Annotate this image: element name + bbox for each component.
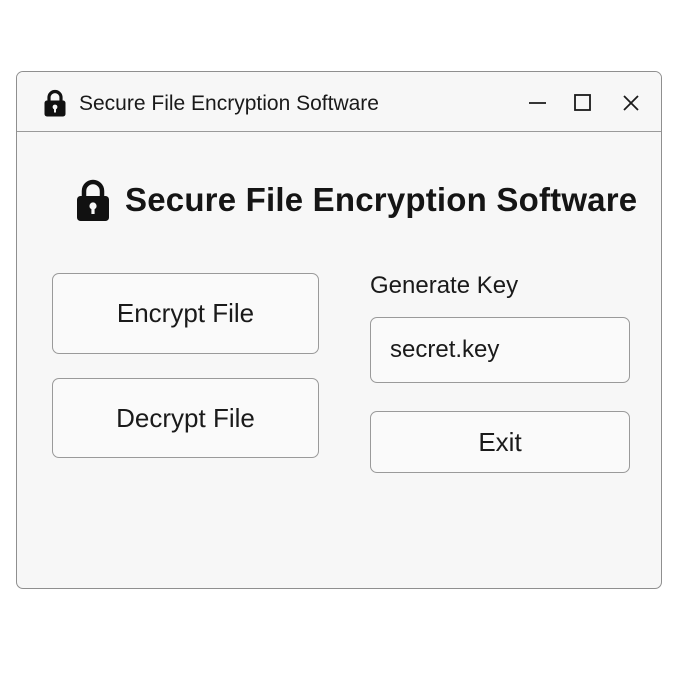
key-filename-input[interactable]	[370, 317, 630, 383]
decrypt-file-button[interactable]: Decrypt File	[52, 378, 319, 458]
exit-button[interactable]: Exit	[370, 411, 630, 473]
maximize-button[interactable]	[570, 90, 596, 116]
minimize-icon	[529, 102, 546, 104]
lock-icon	[43, 89, 67, 117]
page-title: Secure File Encryption Software	[125, 181, 638, 218]
generate-key-label: Generate Key	[370, 272, 519, 299]
lock-icon	[75, 178, 111, 222]
app-window: Secure File Encryption Software Secure F…	[16, 71, 662, 589]
title-bar: Secure File Encryption Software	[17, 72, 661, 132]
minimize-button[interactable]	[525, 90, 551, 116]
window-title: Secure File Encryption Software	[79, 92, 379, 115]
encrypt-file-button[interactable]: Encrypt File	[52, 273, 319, 354]
maximize-icon	[574, 94, 591, 111]
close-icon	[623, 95, 639, 111]
close-button[interactable]	[618, 90, 644, 116]
